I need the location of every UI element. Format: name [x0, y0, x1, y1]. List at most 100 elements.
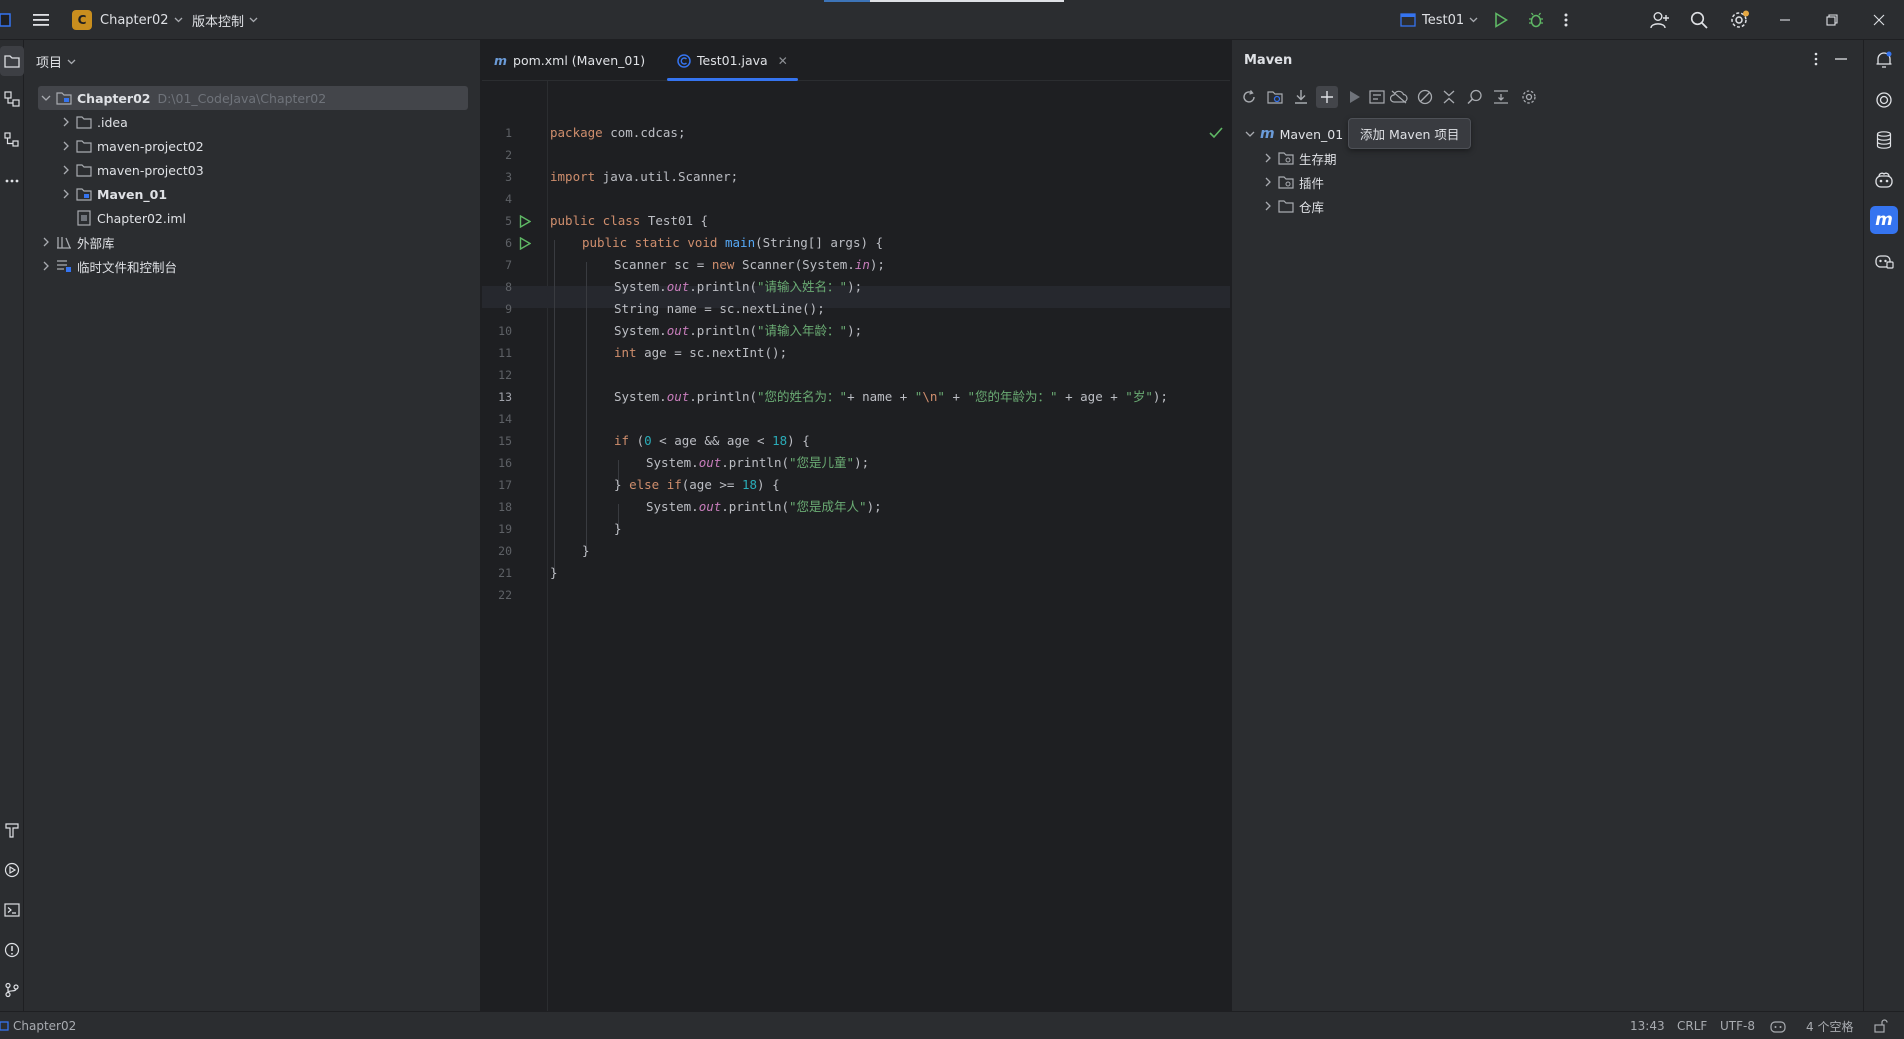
run-tool-button[interactable]: [0, 855, 24, 885]
maven-tree-lifecycle[interactable]: 生存期: [1260, 146, 1337, 170]
commit-tool-button[interactable]: [0, 84, 24, 114]
project-tool-button[interactable]: [0, 46, 24, 76]
status-line-separator[interactable]: CRLF: [1677, 1012, 1707, 1039]
code-line-6[interactable]: public static void main(String[] args) {: [582, 232, 883, 254]
minimize-button[interactable]: [1762, 0, 1808, 40]
tree-item-idea[interactable]: .idea: [58, 110, 128, 134]
tab-pom-xml[interactable]: m pom.xml (Maven_01): [484, 40, 655, 81]
chevron-right-icon[interactable]: [1260, 177, 1276, 187]
tree-item-external-libraries[interactable]: 外部库: [38, 230, 115, 254]
show-dependencies-button[interactable]: [1490, 86, 1512, 108]
build-tool-button[interactable]: [0, 815, 24, 845]
status-indent[interactable]: 4 个空格: [1806, 1012, 1853, 1039]
code-line-10[interactable]: System.out.println("请输入年龄：");: [614, 320, 862, 342]
chevron-right-icon[interactable]: [58, 189, 74, 199]
run-config-selector[interactable]: Test01: [1400, 0, 1478, 40]
more-actions-button[interactable]: [1564, 0, 1568, 40]
chevron-right-icon[interactable]: [58, 141, 74, 151]
run-button[interactable]: [1494, 0, 1508, 40]
terminal-tool-button[interactable]: [0, 895, 24, 925]
tree-item-maven-project02[interactable]: maven-project02: [58, 134, 204, 158]
project-panel-title[interactable]: 项目: [36, 52, 76, 71]
code-line-19[interactable]: }: [614, 518, 622, 540]
structure-tool-button[interactable]: [0, 125, 24, 155]
debug-button[interactable]: [1528, 0, 1544, 40]
line-number: 22: [498, 588, 512, 602]
reload-all-button[interactable]: [1238, 86, 1260, 108]
code-line-15[interactable]: if (0 < age && age < 18) {: [614, 430, 810, 452]
code-line-20[interactable]: }: [582, 540, 590, 562]
chevron-down-icon[interactable]: [38, 95, 54, 102]
close-window-button[interactable]: [1856, 0, 1902, 40]
maven-tool-button[interactable]: m: [1870, 206, 1898, 234]
git-tool-button[interactable]: [0, 975, 24, 1005]
database-button[interactable]: [1870, 126, 1898, 154]
line-number: 16: [498, 456, 512, 470]
code-line-11[interactable]: int age = sc.nextInt();: [614, 342, 787, 364]
offline-mode-button[interactable]: [1388, 86, 1410, 108]
code-line-13[interactable]: System.out.println("您的姓名为："+ name + "\n"…: [614, 386, 1168, 408]
chevron-right-icon[interactable]: [58, 117, 74, 127]
tree-item-maven-01[interactable]: Maven_01: [58, 182, 167, 206]
tree-item-scratches[interactable]: 临时文件和控制台: [38, 254, 177, 278]
main-menu-button[interactable]: [32, 0, 50, 40]
code-with-me-button[interactable]: [1650, 0, 1670, 40]
code-line-18[interactable]: System.out.println("您是成年人");: [646, 496, 882, 518]
maven-settings-button[interactable]: [1518, 86, 1540, 108]
generate-sources-button[interactable]: [1264, 86, 1286, 108]
chevron-right-icon[interactable]: [58, 165, 74, 175]
chevron-right-icon[interactable]: [1260, 201, 1276, 211]
status-caret-position[interactable]: 13:43: [1630, 1012, 1665, 1039]
tree-item-maven-project03[interactable]: maven-project03: [58, 158, 204, 182]
add-maven-project-button[interactable]: [1316, 86, 1338, 108]
ai-assistant-button[interactable]: [1870, 86, 1898, 114]
tree-item-chapter02[interactable]: Chapter02 D:\01_CodeJava\Chapter02: [38, 86, 468, 110]
maven-tree-repositories[interactable]: 仓库: [1260, 194, 1324, 218]
code-line-5[interactable]: public class Test01 {: [550, 210, 708, 232]
status-bar: Chapter02 13:43 CRLF UTF-8 4 个空格: [0, 1011, 1904, 1039]
download-sources-button[interactable]: [1290, 86, 1312, 108]
status-project-breadcrumb[interactable]: Chapter02: [0, 1012, 76, 1039]
chevron-right-icon[interactable]: [38, 261, 54, 271]
search-everywhere-button[interactable]: [1690, 0, 1708, 40]
code-line-7[interactable]: Scanner sc = new Scanner(System.in);: [614, 254, 885, 276]
status-copilot-button[interactable]: [1770, 1012, 1786, 1039]
notifications-button[interactable]: [1870, 46, 1898, 74]
maven-tree-plugins[interactable]: 插件: [1260, 170, 1324, 194]
execute-goal-button[interactable]: [1366, 86, 1388, 108]
hide-panel-button[interactable]: [1835, 58, 1847, 60]
code-line-17[interactable]: } else if(age >= 18) {: [614, 474, 780, 496]
status-readonly-toggle[interactable]: [1874, 1012, 1888, 1039]
chevron-down-icon[interactable]: [1242, 131, 1258, 138]
code-line-21[interactable]: }: [550, 562, 558, 584]
copilot-chat-button[interactable]: [1870, 246, 1898, 274]
settings-button[interactable]: [1730, 0, 1750, 40]
restore-button[interactable]: [1809, 0, 1855, 40]
tree-item-chapter02-iml[interactable]: Chapter02.iml: [76, 206, 186, 230]
code-line-1[interactable]: package com.cdcas;: [550, 122, 685, 144]
status-encoding[interactable]: UTF-8: [1720, 1012, 1755, 1039]
vcs-menu[interactable]: 版本控制: [192, 0, 258, 40]
code-line-16[interactable]: System.out.println("您是儿童");: [646, 452, 869, 474]
line-number: 3: [505, 170, 512, 184]
close-tab-icon[interactable]: ✕: [778, 54, 788, 68]
project-switcher[interactable]: C Chapter02: [72, 0, 183, 40]
run-main-gutter-icon[interactable]: [517, 232, 533, 254]
tab-test01-java[interactable]: Test01.java ✕: [667, 40, 798, 81]
code-line-9[interactable]: String name = sc.nextLine();: [614, 298, 825, 320]
problems-tool-button[interactable]: [0, 935, 24, 965]
code-line-3[interactable]: import java.util.Scanner;: [550, 166, 738, 188]
copilot-button[interactable]: [1870, 166, 1898, 194]
maven-options-button[interactable]: [1814, 52, 1818, 66]
analyze-dependencies-button[interactable]: [1464, 86, 1486, 108]
skip-tests-button[interactable]: [1414, 86, 1436, 108]
no-problems-check-icon[interactable]: [1209, 127, 1223, 139]
chevron-right-icon[interactable]: [38, 237, 54, 247]
chevron-right-icon[interactable]: [1260, 153, 1276, 163]
collapse-all-button[interactable]: [1438, 86, 1460, 108]
run-maven-build-button[interactable]: [1344, 86, 1366, 108]
more-tools-button[interactable]: [0, 166, 24, 196]
code-line-8[interactable]: System.out.println("请输入姓名：");: [614, 276, 862, 298]
run-class-gutter-icon[interactable]: [517, 210, 533, 232]
maven-tree-root[interactable]: m Maven_01: [1242, 122, 1343, 146]
